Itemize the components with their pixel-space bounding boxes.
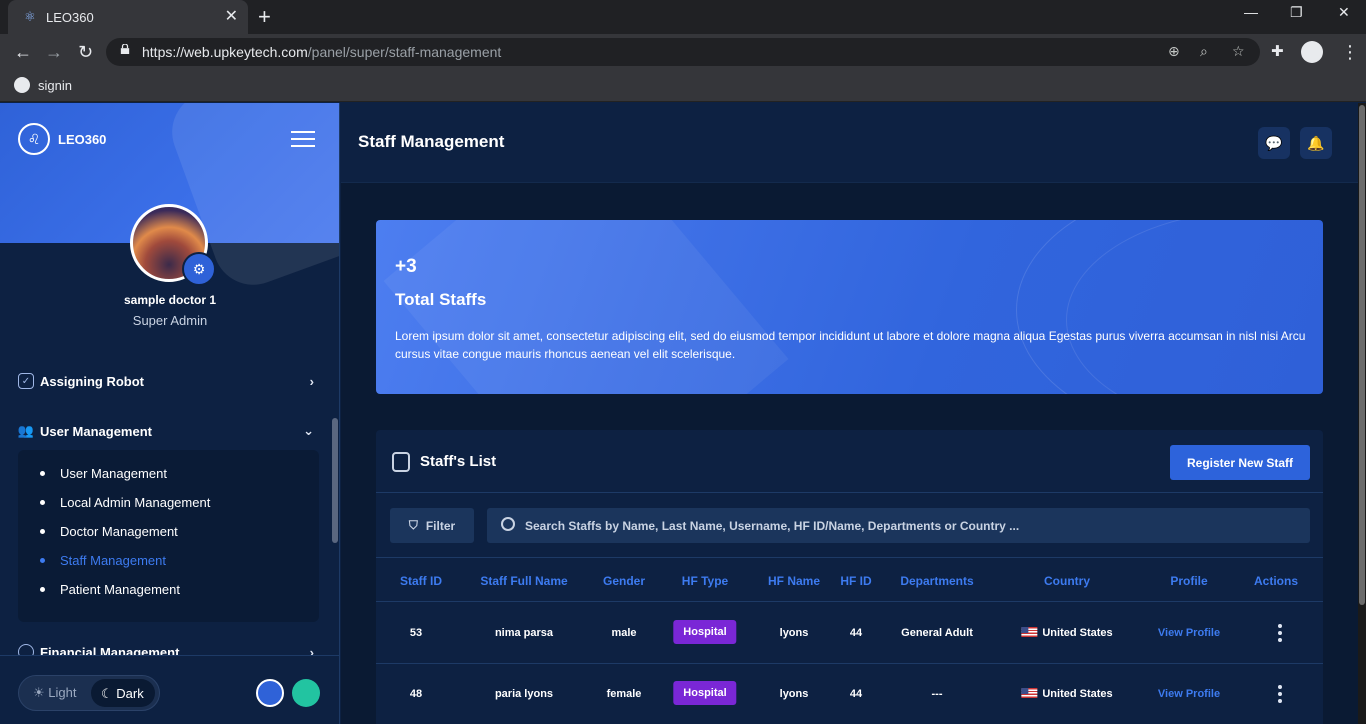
react-favicon-icon: ⚛ [24,9,36,24]
table-row: 53 nima parsa male Hospital lyons 44 Gen… [376,603,1323,664]
banner-description: Lorem ipsum dolor sit amet, consectetur … [395,329,1306,361]
extensions-icon[interactable]: ✚ [1271,41,1284,63]
filter-icon: ⛉ [408,518,418,532]
swatch-blue[interactable] [256,679,284,707]
close-tab-icon[interactable]: ✕ [225,8,238,26]
col-staff-full-name[interactable]: Staff Full Name [480,574,567,588]
forward-icon[interactable]: → [45,41,63,63]
submenu-local-admin-management[interactable]: Local Admin Management [40,495,210,510]
submenu-doctor-management[interactable]: Doctor Management [40,524,178,539]
address-bar[interactable]: https://web.upkeytech.com/panel/super/st… [106,38,1260,66]
more-actions-icon[interactable] [1278,685,1282,706]
hf-type-badge: Hospital [673,620,737,644]
new-tab-button[interactable]: + [258,5,271,29]
user-name: sample doctor 1 [123,293,217,307]
page-header: Staff Management 💬 🔔 [341,103,1366,183]
tab-title: LEO360 [46,9,94,25]
globe-icon [14,77,30,93]
user-role: Super Admin [132,313,208,328]
light-mode-option[interactable]: ☀ Light [33,685,76,701]
us-flag-icon [1021,627,1038,637]
sidebar-item-user-management[interactable]: 👥 User Management ⌄ [18,419,318,443]
country-cell: United States [1021,627,1113,639]
table-header: Staff ID Staff Full Name Gender HF Type … [376,557,1323,602]
back-icon[interactable]: ← [14,41,32,63]
staff-list-card: Staff's List Register New Staff ⛉ Filter… [376,430,1323,724]
col-hf-type[interactable]: HF Type [682,574,728,588]
bookmarks-bar: signin [0,70,1366,102]
us-flag-icon [1021,688,1038,698]
col-country[interactable]: Country [1044,574,1090,588]
country-cell: United States [1021,688,1113,700]
dark-mode-option[interactable]: ☾ Dark [91,679,155,707]
url-text: https://web.upkeytech.com/panel/super/st… [142,44,502,60]
chevron-right-icon: › [309,373,314,389]
bookmark-signin[interactable]: signin [14,77,72,93]
reload-icon[interactable]: ↻ [78,41,93,63]
total-staffs-banner: +3 Total Staffs Lorem ipsum dolor sit am… [376,220,1323,394]
clipboard-icon [392,452,410,472]
main-content: Staff Management 💬 🔔 +3 Total Staffs Lor… [341,103,1366,724]
hamburger-menu-icon[interactable] [291,131,315,147]
swatch-green[interactable] [292,679,320,707]
lock-icon [120,44,130,54]
hf-type-badge: Hospital [673,681,737,705]
view-profile-link[interactable]: View Profile [1158,688,1220,700]
register-new-staff-button[interactable]: Register New Staff [1170,445,1310,480]
browser-tab-bar: ⚛ LEO360 ✕ + — ❐ ✕ [0,0,1366,34]
close-window-button[interactable]: ✕ [1338,4,1350,21]
more-actions-icon[interactable] [1278,624,1282,645]
users-icon: 👥 [17,423,35,438]
view-profile-link[interactable]: View Profile [1158,627,1220,639]
banner-title: Total Staffs [395,290,487,309]
notification-bell-icon[interactable]: 🔔 [1300,127,1332,159]
minimize-button[interactable]: — [1244,4,1258,20]
search-icon [501,517,515,531]
col-profile[interactable]: Profile [1170,574,1207,588]
filter-button[interactable]: ⛉ Filter [390,508,474,543]
menu-dots-icon[interactable]: ⋮ [1341,41,1359,63]
col-hf-id[interactable]: HF ID [840,574,871,588]
sidebar-item-assigning-robot[interactable]: ✓ Assigning Robot › [18,369,318,393]
staff-count: +3 [395,256,417,277]
page-title: Staff Management [358,132,505,151]
settings-gear-icon[interactable]: ⚙ [182,252,216,286]
staff-list-title: Staff's List [420,453,497,470]
chevron-down-icon: ⌄ [303,423,314,438]
page-scrollbar[interactable] [1358,103,1366,724]
col-hf-name[interactable]: HF Name [768,574,820,588]
star-icon[interactable]: ☆ [1232,43,1245,60]
table-row: 48 paria lyons female Hospital lyons 44 … [376,664,1323,724]
search-box[interactable] [487,508,1310,543]
check-square-icon: ✓ [18,373,34,389]
sidebar-scrollbar[interactable] [332,418,338,543]
sidebar: ♌ LEO360 ⚙ sample doctor 1 Super Admin ✓… [0,103,340,724]
submenu-staff-management[interactable]: Staff Management [40,553,166,568]
sidebar-footer: ☀ Light ☾ Dark [0,655,339,724]
submenu-user-management[interactable]: User Management [40,466,167,481]
col-gender[interactable]: Gender [603,574,645,588]
staff-list-header: Staff's List Register New Staff [376,430,1323,493]
lion-icon: ♌ [18,123,50,155]
chat-icon[interactable]: 💬 [1258,127,1290,159]
submenu-patient-management[interactable]: Patient Management [40,582,180,597]
theme-toggle[interactable]: ☀ Light ☾ Dark [18,675,160,711]
col-actions[interactable]: Actions [1254,574,1298,588]
search-input[interactable] [525,508,1295,543]
profile-icon[interactable] [1301,41,1323,63]
restore-button[interactable]: ❐ [1290,4,1303,21]
brand-logo[interactable]: ♌ LEO360 [18,123,106,155]
browser-toolbar: ← → ↻ https://web.upkeytech.com/panel/su… [0,34,1366,70]
user-management-submenu: User Management Local Admin Management D… [18,450,319,622]
col-departments[interactable]: Departments [900,574,973,588]
zoom-icon[interactable]: ⌕ [1200,43,1208,60]
add-icon[interactable]: ⊕ [1168,43,1180,60]
browser-tab[interactable]: ⚛ LEO360 ✕ [8,0,248,34]
col-staff-id[interactable]: Staff ID [400,574,442,588]
